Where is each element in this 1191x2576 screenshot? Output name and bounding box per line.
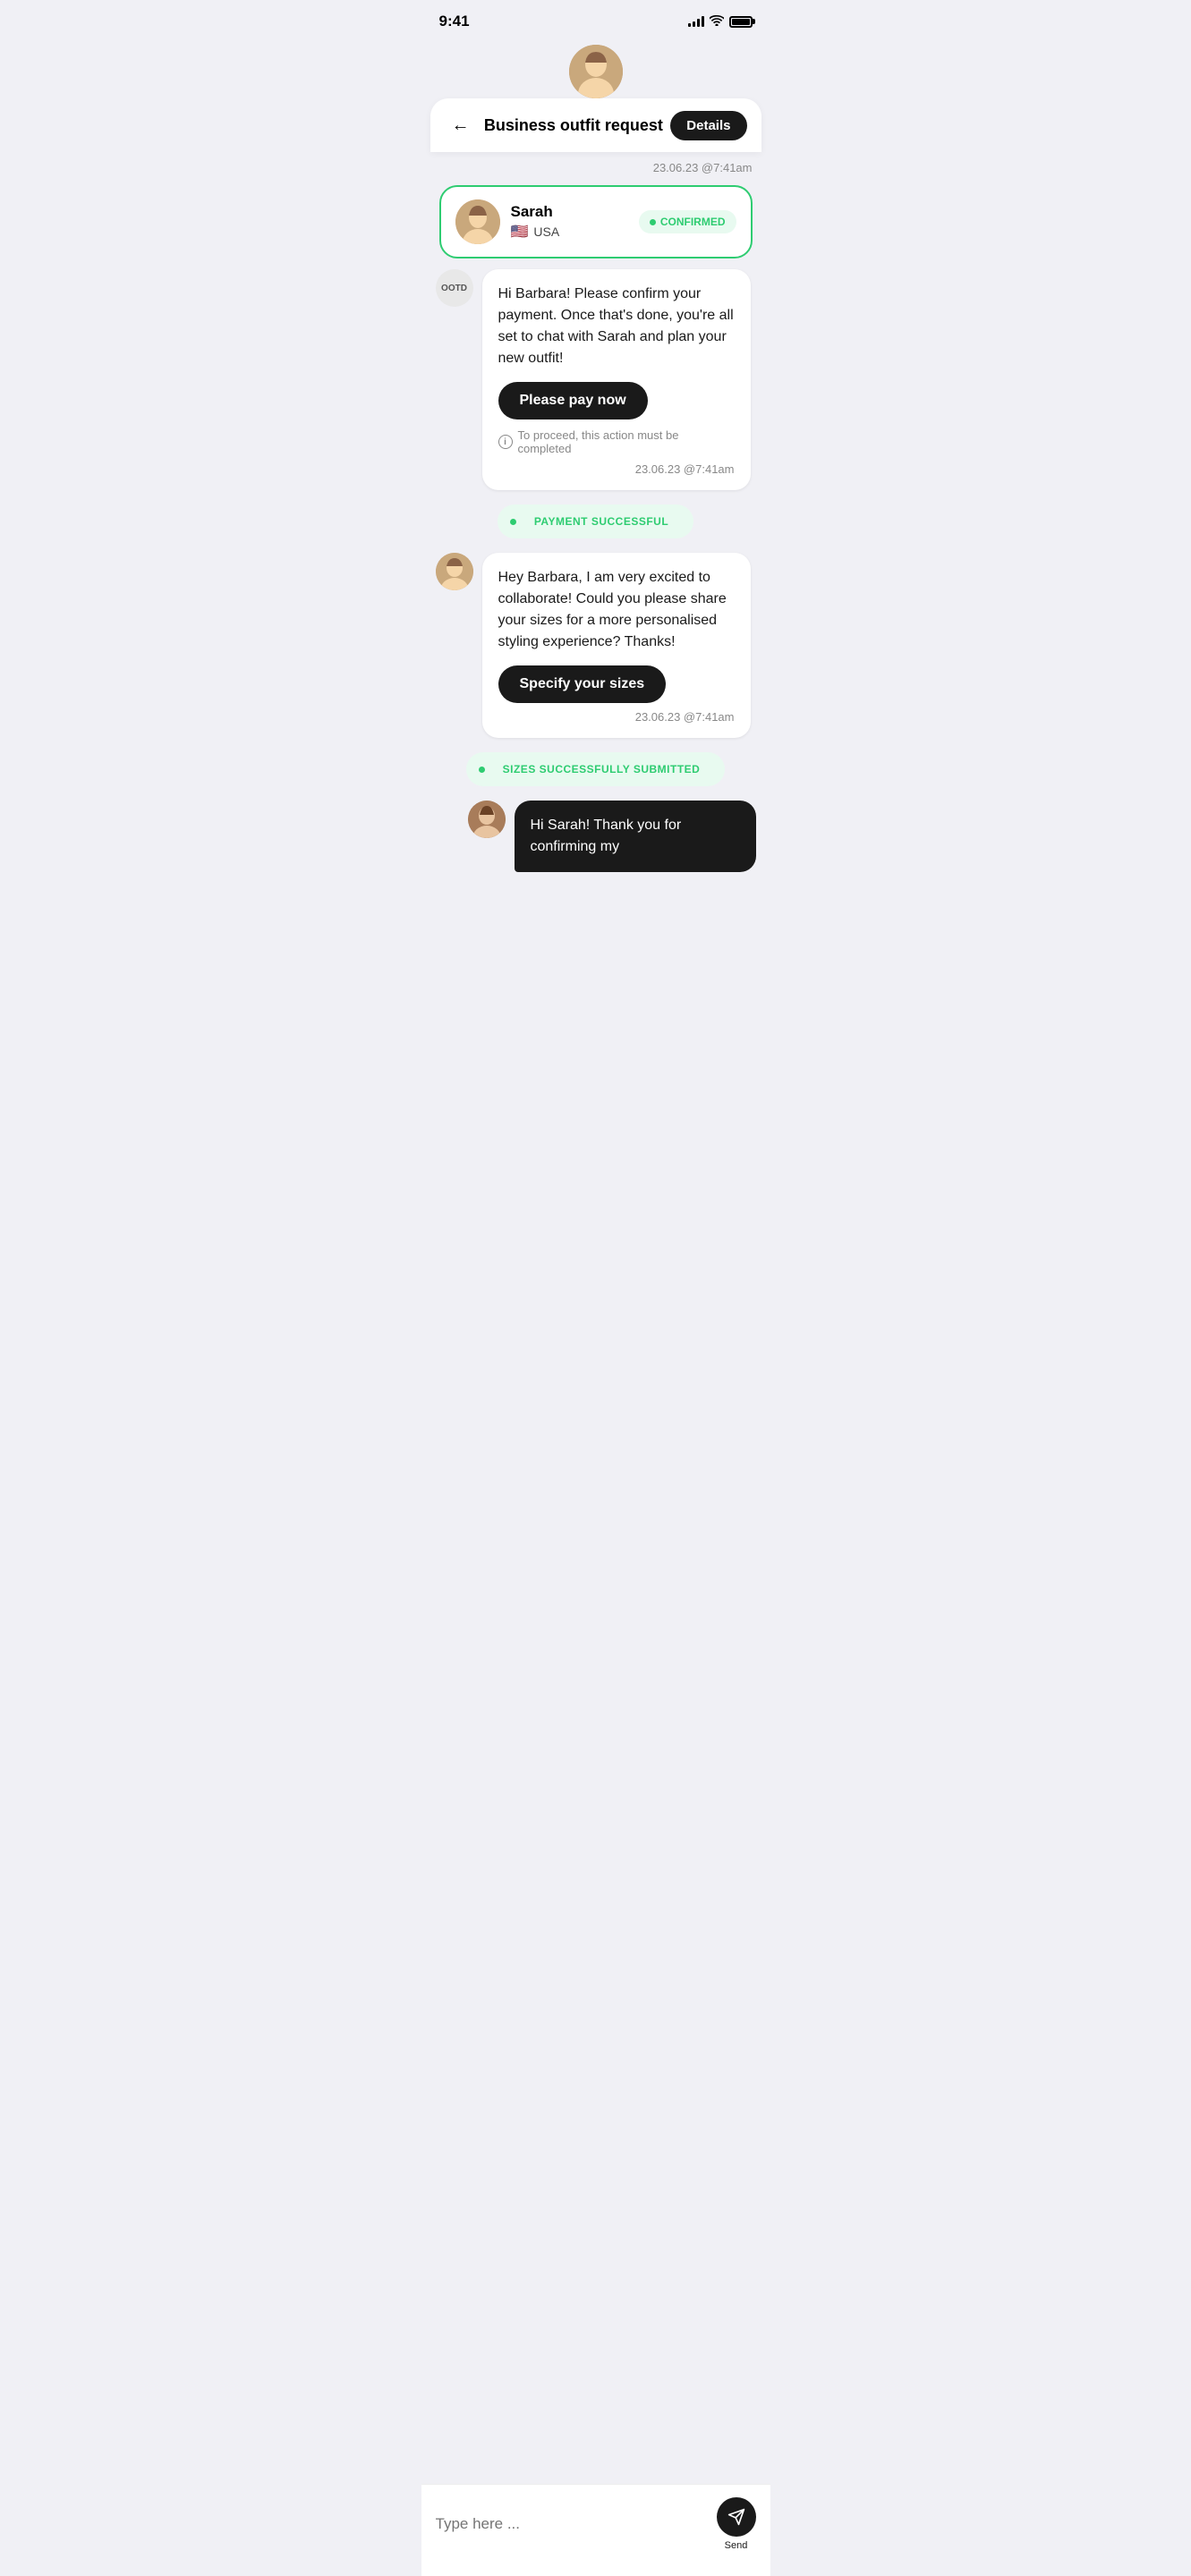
- bot-bubble-content: Hi Barbara! Please confirm your payment.…: [482, 269, 751, 490]
- user-bubble: Hi Sarah! Thank you for confirming my: [515, 801, 756, 872]
- battery-icon: [729, 16, 753, 28]
- confirmed-badge: CONFIRMED: [639, 210, 736, 233]
- message-input[interactable]: [436, 2515, 706, 2533]
- input-area: Send: [421, 2484, 770, 2576]
- details-button[interactable]: Details: [670, 111, 746, 140]
- info-icon: i: [498, 435, 513, 449]
- header-title: Business outfit request: [477, 116, 671, 135]
- user-partial-text: Hi Sarah! Thank you for confirming my: [531, 818, 682, 854]
- profile-info: Sarah 🇺🇸 USA: [511, 203, 560, 241]
- bot-message-row: OOTD Hi Barbara! Please confirm your pay…: [436, 269, 756, 490]
- sarah-message-row: Hey Barbara, I am very excited to collab…: [436, 553, 756, 738]
- send-wrapper: Send: [717, 2497, 756, 2551]
- sarah-timestamp: 23.06.23 @7:41am: [498, 710, 735, 724]
- user-avatar: [468, 801, 506, 838]
- profile-left: Sarah 🇺🇸 USA: [455, 199, 560, 244]
- profile-country: 🇺🇸 USA: [511, 223, 560, 241]
- pay-now-button[interactable]: Please pay now: [498, 382, 648, 419]
- profile-avatar: [455, 199, 500, 244]
- sarah-bubble-text: Hey Barbara, I am very excited to collab…: [498, 567, 735, 653]
- sizes-status-badge: SIZES SUCCESSFULLY SUBMITTED: [466, 752, 726, 786]
- profile-card[interactable]: Sarah 🇺🇸 USA CONFIRMED: [439, 185, 753, 258]
- flag-icon: 🇺🇸: [511, 223, 529, 241]
- confirmed-dot: [650, 219, 656, 225]
- bot-bubble: Hi Barbara! Please confirm your payment.…: [482, 269, 751, 490]
- status-time: 9:41: [439, 13, 470, 30]
- bot-avatar: OOTD: [436, 269, 473, 307]
- signal-icon: [688, 16, 704, 27]
- top-avatar: [569, 45, 623, 98]
- user-message-row: Hi Sarah! Thank you for confirming my: [436, 801, 756, 872]
- sizes-dot: [479, 767, 485, 773]
- wifi-icon: [710, 14, 724, 29]
- user-partial-bubble: Hi Sarah! Thank you for confirming my: [515, 801, 756, 872]
- payment-status-badge: PAYMENT SUCCESSFUL: [498, 504, 693, 538]
- specify-sizes-button[interactable]: Specify your sizes: [498, 665, 667, 703]
- chat-area: 23.06.23 @7:41am Sarah 🇺🇸 USA: [421, 152, 770, 881]
- send-label: Send: [725, 2540, 748, 2551]
- top-avatar-hint: [421, 38, 770, 98]
- sarah-avatar: [436, 553, 473, 590]
- info-text: To proceed, this action must be complete…: [518, 428, 735, 455]
- sizes-status: SIZES SUCCESSFULLY SUBMITTED: [436, 752, 756, 786]
- info-note: i To proceed, this action must be comple…: [498, 428, 735, 455]
- country-name: USA: [533, 225, 559, 239]
- send-button[interactable]: [717, 2497, 756, 2537]
- payment-status: PAYMENT SUCCESSFUL: [436, 504, 756, 538]
- payment-dot: [510, 519, 516, 525]
- status-bar: 9:41: [421, 0, 770, 38]
- back-arrow-icon: ←: [452, 115, 470, 136]
- bot-bubble-text: Hi Barbara! Please confirm your payment.…: [498, 284, 735, 369]
- first-timestamp: 23.06.23 @7:41am: [436, 161, 756, 174]
- profile-name: Sarah: [511, 203, 560, 221]
- sarah-bubble: Hey Barbara, I am very excited to collab…: [482, 553, 751, 738]
- status-icons: [688, 14, 753, 29]
- back-button[interactable]: ←: [445, 109, 477, 141]
- sarah-bubble-content: Hey Barbara, I am very excited to collab…: [482, 553, 751, 738]
- header: ← Business outfit request Details: [430, 98, 761, 152]
- bot-timestamp: 23.06.23 @7:41am: [498, 462, 735, 476]
